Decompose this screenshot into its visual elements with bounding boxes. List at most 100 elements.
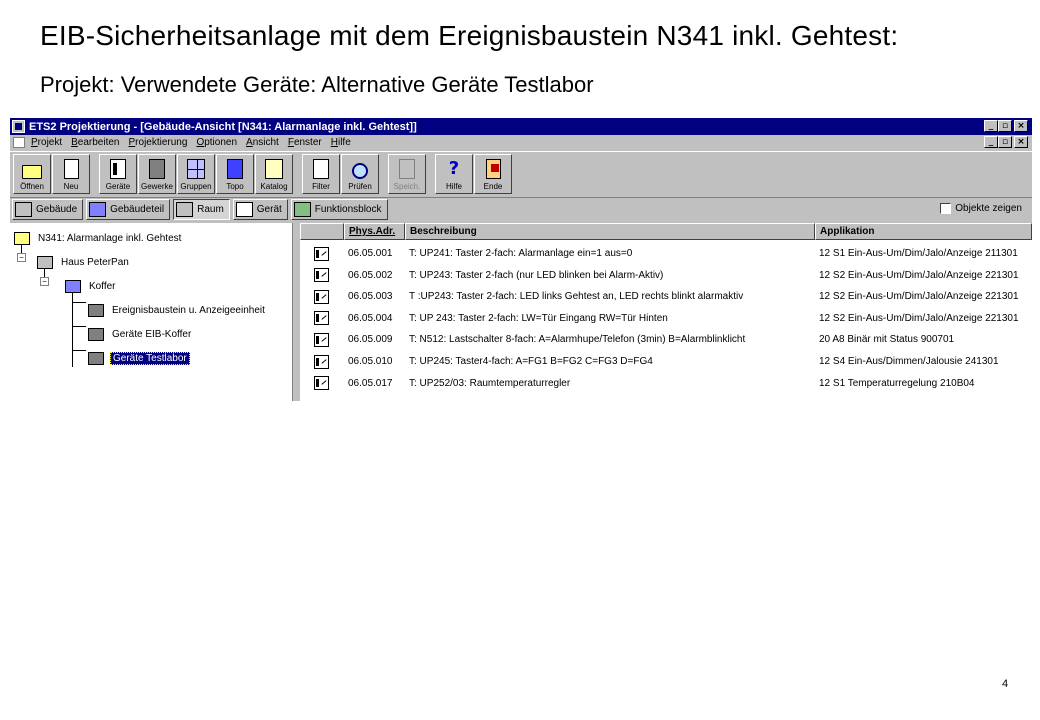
save-button[interactable]: Speich. [388,153,426,194]
menu-projekt[interactable]: Projekt [28,137,68,148]
groups-button[interactable]: Gruppen [177,153,215,194]
device-row[interactable]: 06.05.009 T: N512: Lastschalter 8-fach: A… [300,329,1032,350]
device-description: T: UP243: Taster 2-fach (nur LED blinken… [409,269,664,281]
device-application: 12 S1 Temperaturregelung 210B04 [819,377,975,389]
exit-button[interactable]: Ende [474,153,512,194]
devices-button[interactable]: Geräte [99,153,137,194]
app-icon[interactable] [12,120,25,133]
doc-restore-button[interactable]: ▫ [998,136,1012,148]
view-function-block-label: Funktionsblock [314,204,382,215]
tree-room-label: Ereignisbaustein u. Anzeigeeinheit [112,304,265,316]
menu-bearbeiten[interactable]: Bearbeiten [68,137,125,148]
device-application: 12 S2 Ein-Aus-Um/Dim/Jalo/Anzeige 221301 [819,269,1019,281]
close-button[interactable]: × [1014,120,1028,132]
view-device-label: Gerät [256,204,282,215]
building-part-icon [65,279,81,293]
view-building-button[interactable]: Gebäude [12,199,84,220]
open-label: Öffnen [20,181,44,191]
device-row[interactable]: 06.05.001 T: UP241: Taster 2-fach: Alarma… [300,243,1032,264]
doc-close-button[interactable]: × [1014,136,1028,148]
catalog-label: Katalog [260,181,288,191]
device-phys-addr: 06.05.004 [348,312,393,324]
device-cell-icon [300,246,344,261]
doc-minimize-button[interactable]: _ [984,136,998,148]
room-icon [176,202,194,217]
menu-fenster[interactable]: Fenster [285,137,328,148]
device-list[interactable]: Phys.Adr. Beschreibung Applikation 06.05… [300,223,1032,401]
tree-root[interactable]: N341: Alarmanlage inkl. Gehtest [14,231,183,245]
check-magnifier-icon [352,162,368,179]
tree-building-part[interactable]: Koffer [65,279,118,293]
device-cell-icon [300,376,344,391]
open-folder-icon [22,164,42,179]
device-phys-addr: 06.05.002 [348,269,393,281]
device-icon [314,354,329,369]
check-button[interactable]: Prüfen [341,153,379,194]
filter-button[interactable]: Filter [302,153,340,194]
device-description: T: UP 243: Taster 2-fach: LW=Tür Eingang… [409,312,668,324]
column-icon[interactable] [300,223,344,240]
device-icon [235,202,253,217]
restore-button[interactable]: ▫ [998,120,1012,132]
document-icon[interactable] [13,137,25,148]
tree-room-ereignisbaustein[interactable]: Ereignisbaustein u. Anzeigeeinheit [88,303,267,317]
column-description[interactable]: Beschreibung [405,223,815,240]
groups-label: Gruppen [180,181,212,191]
catalog-button[interactable]: Katalog [255,153,293,194]
help-button[interactable]: ? Hilfe [435,153,473,194]
exit-door-icon [485,158,501,179]
building-tree[interactable]: − − N341: Alarmanlage inkl. Gehtest Haus… [10,223,293,401]
column-application[interactable]: Applikation [815,223,1032,240]
view-function-block-button[interactable]: Funktionsblock [290,199,388,220]
device-description: T: UP252/03: Raumtemperaturregler [409,377,571,389]
groups-icon [187,158,205,179]
tree-room-label: Geräte EIB-Koffer [112,328,192,340]
view-device-button[interactable]: Gerät [232,199,288,220]
collapse-part-toggle[interactable]: − [40,277,49,286]
view-room-label: Raum [197,204,224,215]
topology-icon [227,158,243,179]
devices-label: Geräte [105,181,131,191]
show-objects-toggle[interactable]: Objekte zeigen [940,203,1022,214]
tree-building[interactable]: Haus PeterPan [37,255,131,269]
device-row[interactable]: 06.05.017 T: UP252/03: Raumtemperaturregl… [300,373,1032,394]
new-label: Neu [63,181,79,191]
menu-ansicht[interactable]: Ansicht [243,137,285,148]
window-title: ETS2 Projektierung - [Gebäude-Ansicht [N… [29,120,417,133]
device-cell-icon [300,311,344,326]
tree-room-eib-koffer[interactable]: Geräte EIB-Koffer [88,327,193,341]
view-building-part-button[interactable]: Gebäudeteil [86,199,171,220]
view-room-button[interactable]: Raum [173,199,230,220]
topo-button[interactable]: Topo [216,153,254,194]
device-row[interactable]: 06.05.004 T: UP 243: Taster 2-fach: LW=Tü… [300,308,1032,329]
device-row[interactable]: 06.05.010 T: UP245: Taster4-fach: A=FG1 B… [300,351,1032,372]
device-phys-addr: 06.05.001 [348,248,393,259]
tree-root-label: N341: Alarmanlage inkl. Gehtest [38,232,182,244]
menu-hilfe[interactable]: Hilfe [328,137,357,148]
devices-icon [110,158,126,179]
function-block-icon [293,202,311,217]
menu-optionen[interactable]: Optionen [193,137,243,148]
new-document-icon [63,158,79,179]
device-phys-addr: 06.05.010 [348,356,393,367]
minimize-button[interactable]: _ [984,120,998,132]
open-button[interactable]: Öffnen [13,153,51,194]
menu-projektierung[interactable]: Projektierung [126,137,194,148]
collapse-building-toggle[interactable]: − [17,253,26,262]
check-label: Prüfen [348,181,372,191]
device-description: T: UP241: Taster 2-fach: Alarmanlage ein… [409,248,633,259]
show-objects-checkbox[interactable] [940,203,952,214]
device-phys-addr: 06.05.003 [348,291,393,303]
window-titlebar[interactable]: ETS2 Projektierung - [Gebäude-Ansicht [N… [10,118,1032,135]
new-button[interactable]: Neu [52,153,90,194]
device-row[interactable]: 06.05.002 T: UP243: Taster 2-fach (nur LE… [300,265,1032,286]
room-icon [88,351,104,365]
column-phys-addr[interactable]: Phys.Adr. [344,223,405,240]
filter-icon [313,158,329,179]
trades-button[interactable]: Gewerke [138,153,176,194]
device-row[interactable]: 06.05.003 T :UP243: Taster 2-fach: LED li… [300,286,1032,307]
view-building-part-label: Gebäudeteil [110,204,165,215]
tree-room-testlabor[interactable]: Geräte Testlabor [88,351,190,365]
device-cell-icon [300,289,344,304]
device-icon [314,311,329,326]
